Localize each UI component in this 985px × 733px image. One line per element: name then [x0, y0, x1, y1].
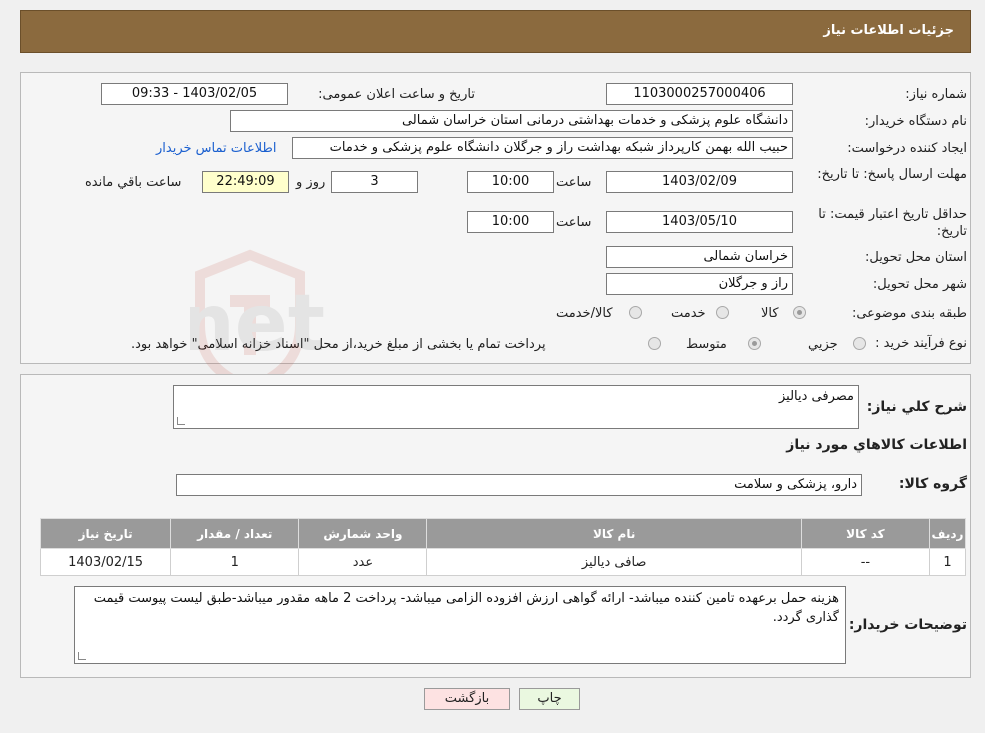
cell-unit: عدد: [298, 548, 428, 576]
remaining-label: ساعت باقي مانده: [85, 175, 182, 190]
category-option-service: خدمت: [671, 306, 706, 321]
announce-field: 1403/02/05 - 09:33: [101, 83, 288, 105]
back-button[interactable]: بازگشت: [424, 688, 510, 710]
city-field: راز و جرگلان: [606, 273, 793, 295]
summary-field[interactable]: مصرفی دیالیز: [173, 385, 859, 429]
process-label: نوع فرآیند خرید :: [875, 336, 967, 351]
cell-row-number: 1: [928, 548, 967, 576]
category-radio-goods[interactable]: [793, 306, 806, 319]
cell-item-name: صافی دیالیز: [426, 548, 802, 576]
group-label: گروه کالا:: [898, 476, 967, 492]
items-table: رديف کد کالا نام کالا واحد شمارش تعداد /…: [39, 518, 967, 576]
need-number-field: 1103000257000406: [606, 83, 793, 105]
category-option-goods-service: کالا/خدمت: [556, 306, 613, 321]
deadline-time-field: 10:00: [467, 171, 554, 193]
category-label: طبقه بندی موضوعی:: [851, 306, 967, 321]
days-field: 3: [331, 171, 418, 193]
summary-text: مصرفی دیالیز: [778, 389, 854, 404]
items-heading: اطلاعات کالاهاي مورد نياز: [786, 437, 967, 453]
deadline-time-label: ساعت: [556, 175, 592, 190]
table-row: 1 -- صافی دیالیز عدد 1 1403/02/15: [39, 548, 967, 576]
category-option-goods: کالا: [761, 306, 779, 321]
cell-quantity: 1: [170, 548, 300, 576]
contact-buyer-link[interactable]: اطلاعات تماس خریدار: [156, 141, 276, 156]
validity-time-label: ساعت: [556, 215, 592, 230]
buyer-notes-label: توضیحات خریدار:: [848, 617, 967, 633]
province-label: استان محل تحویل:: [865, 250, 967, 265]
print-button[interactable]: چاپ: [519, 688, 580, 710]
col-quantity: تعداد / مقدار: [170, 518, 300, 549]
category-radio-service[interactable]: [716, 306, 729, 319]
buyer-notes-field[interactable]: هزینه حمل برعهده تامین کننده میباشد- ارا…: [74, 586, 846, 664]
days-label: روز و: [296, 175, 326, 190]
page-title: جزئیات اطلاعات نیاز: [823, 23, 954, 38]
announce-label: تاریخ و ساعت اعلان عمومی:: [318, 87, 475, 102]
resize-handle-icon[interactable]: [177, 417, 185, 425]
notes-resize-handle-icon[interactable]: [78, 652, 86, 660]
creator-field: حبیب الله بهمن کارپرداز شبکه بهداشت راز …: [292, 137, 793, 159]
process-option-minor: جزيي: [808, 337, 838, 352]
col-item-code: کد کالا: [800, 518, 930, 549]
col-row-number: رديف: [928, 518, 967, 549]
remaining-time-field: 22:49:09: [202, 171, 289, 193]
process-radio-medium[interactable]: [748, 337, 761, 350]
cell-item-code: --: [800, 548, 930, 576]
deadline-date-field: 1403/02/09: [606, 171, 793, 193]
category-radio-goods-service[interactable]: [629, 306, 642, 319]
col-need-date: تاریخ نیاز: [39, 518, 172, 549]
validity-date-field: 1403/05/10: [606, 211, 793, 233]
creator-label: ایجاد کننده درخواست:: [847, 141, 967, 156]
table-header-row: رديف کد کالا نام کالا واحد شمارش تعداد /…: [39, 518, 967, 549]
validity-time-field: 10:00: [467, 211, 554, 233]
process-option-medium: متوسط: [686, 337, 727, 352]
payment-radio[interactable]: [648, 337, 661, 350]
cell-need-date: 1403/02/15: [39, 548, 172, 576]
col-unit: واحد شمارش: [298, 518, 428, 549]
summary-label: شرح کلي نياز:: [866, 399, 967, 415]
city-label: شهر محل تحویل:: [872, 277, 967, 292]
col-item-name: نام کالا: [426, 518, 802, 549]
validity-label: حداقل تاریخ اعتبار قیمت: تا تاریخ:: [818, 207, 967, 239]
page-header: جزئیات اطلاعات نیاز: [20, 10, 971, 53]
buyer-org-label: نام دستگاه خریدار:: [864, 114, 967, 129]
deadline-label: مهلت ارسال پاسخ: تا تاریخ:: [817, 167, 967, 182]
buyer-notes-text: هزینه حمل برعهده تامین کننده میباشد- ارا…: [93, 591, 839, 625]
need-number-label: شماره نیاز:: [905, 87, 967, 102]
payment-note: پرداخت تمام یا بخشی از مبلغ خرید،از محل …: [131, 337, 546, 352]
process-radio-minor[interactable]: [853, 337, 866, 350]
group-field: دارو، پزشکی و سلامت: [176, 474, 862, 496]
buyer-org-field: دانشگاه علوم پزشکی و خدمات بهداشتی درمان…: [230, 110, 793, 132]
province-field: خراسان شمالی: [606, 246, 793, 268]
items-table-wrap: رديف کد کالا نام کالا واحد شمارش تعداد /…: [39, 518, 967, 576]
